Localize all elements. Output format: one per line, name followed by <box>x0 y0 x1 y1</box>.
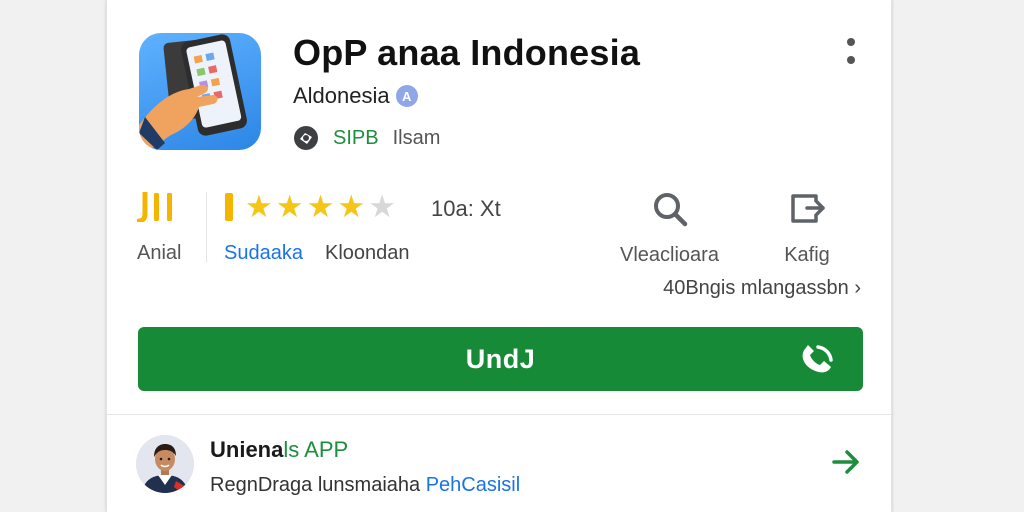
review-subtitle: RegnDraga lunsmaiaha PehCasisil <box>210 474 520 497</box>
avatar <box>136 435 194 493</box>
install-button-label: UndJ <box>465 343 536 374</box>
stats-divider <box>206 192 207 262</box>
phone-icon <box>802 345 833 373</box>
star-icon: ★ <box>245 189 273 224</box>
app-icon <box>139 33 261 150</box>
bar-stats-icon <box>137 192 172 222</box>
app-info-link-text: 40Bngis mlangassbn <box>663 277 849 299</box>
developer-row[interactable]: Aldonesia A <box>293 83 418 109</box>
share-action-label: Kafig <box>784 244 830 266</box>
review-subtitle-text: RegnDraga lunsmaiaha <box>210 474 426 496</box>
star-icon: ★ <box>337 189 366 224</box>
search-action-button[interactable]: Vleaclioara <box>612 190 727 267</box>
share-icon <box>791 194 825 223</box>
chevron-right-icon: › <box>854 277 861 299</box>
rating-mark-icon <box>225 193 233 221</box>
category-link[interactable]: Sudaaka <box>224 242 303 265</box>
app-tag-row: SIPB Ilsam <box>293 125 440 151</box>
verified-badge-icon: A <box>395 85 418 107</box>
search-icon <box>653 193 687 227</box>
badge-icon <box>294 126 318 150</box>
rating-stars: ★ ★ ★ ★ ★ <box>245 189 396 225</box>
developer-name[interactable]: Aldonesia <box>293 83 390 109</box>
review-subtitle-link[interactable]: PehCasisil <box>426 474 520 496</box>
section-divider <box>107 414 891 415</box>
arrow-right-icon[interactable] <box>831 448 861 476</box>
app-tag-secondary: Ilsam <box>392 126 441 149</box>
share-action-button[interactable]: Kafig <box>762 190 852 267</box>
more-options-icon[interactable] <box>841 38 861 64</box>
review-title-text: Uniena <box>210 437 284 462</box>
app-detail-card: OpP anaa Indonesia Aldonesia A SIPB Ilsa… <box>106 0 892 512</box>
search-action-label: Vleaclioara <box>620 244 719 266</box>
star-icon: ★ <box>275 189 304 224</box>
review-title: Unienals APP <box>210 437 348 463</box>
app-title: OpP anaa Indonesia <box>293 32 641 73</box>
star-icon: ★ <box>306 189 335 224</box>
install-button[interactable]: UndJ <box>138 327 863 391</box>
review-title-highlight: ls APP <box>283 437 349 462</box>
category-extra: Kloondan <box>325 242 410 264</box>
star-empty-icon: ★ <box>368 189 396 224</box>
app-tag-primary: SIPB <box>333 126 379 149</box>
stats-label: Anial <box>137 242 182 264</box>
app-info-link[interactable]: 40Bngis mlangassbn › <box>663 277 861 300</box>
rating-count: 10a: Xt <box>431 196 501 221</box>
